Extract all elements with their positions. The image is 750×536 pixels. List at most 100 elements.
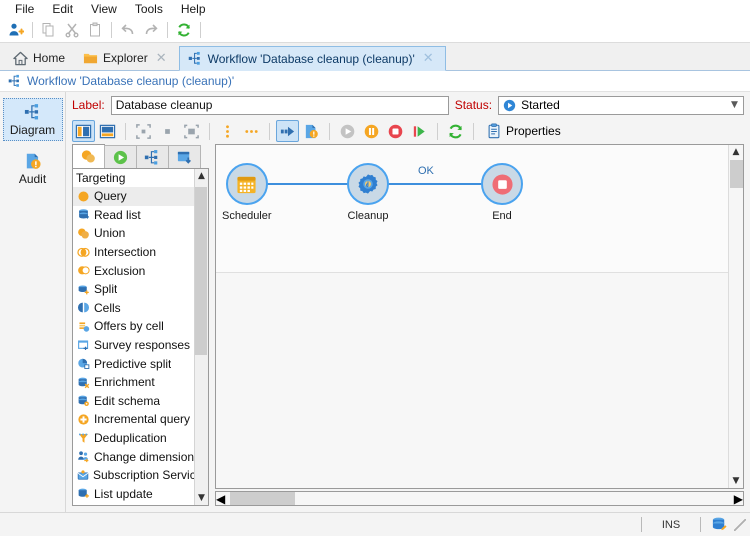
palette-item-enrichment[interactable]: Enrichment — [73, 373, 194, 392]
new-user-button[interactable] — [5, 20, 27, 41]
rail-item-diagram[interactable]: Diagram — [3, 98, 63, 141]
scroll-down-icon[interactable]: ▼ — [195, 491, 209, 505]
tab-workflow-database-cleanup[interactable]: Workflow 'Database cleanup (cleanup)' ✕ — [179, 46, 446, 71]
scroll-up-icon[interactable]: ▲ — [729, 145, 743, 159]
label-input[interactable]: Database cleanup — [111, 96, 449, 115]
breadcrumb: Workflow 'Database cleanup (cleanup)' — [0, 71, 750, 92]
toolbar-separator — [125, 123, 126, 140]
palette-item-intersection[interactable]: Intersection — [73, 243, 194, 262]
node-label: Cleanup — [348, 210, 389, 222]
scroll-left-icon[interactable]: ◀ — [216, 492, 225, 506]
database-icon[interactable] — [711, 516, 728, 533]
palette-item-change-dimension[interactable]: Change dimension — [73, 447, 194, 466]
chevron-down-icon[interactable]: ▼ — [726, 97, 743, 114]
menu-tools[interactable]: Tools — [126, 1, 172, 17]
node-label: End — [492, 210, 512, 222]
palette-item-split[interactable]: Split — [73, 280, 194, 299]
palette-tab-flow[interactable] — [136, 145, 169, 168]
tab-bar: Home Explorer ✕ Workflow 'Database clean… — [0, 43, 750, 71]
redo-icon — [143, 22, 159, 38]
palette-scroll-thumb[interactable] — [195, 187, 207, 355]
palette-item-survey-responses[interactable]: Survey responses — [73, 336, 194, 355]
data-import-icon — [176, 149, 193, 166]
workflow-node-end[interactable]: End — [481, 163, 523, 222]
redo-button[interactable] — [140, 20, 162, 41]
audit-icon — [303, 123, 320, 140]
scroll-up-icon[interactable]: ▲ — [195, 169, 209, 183]
incremental-query-icon — [77, 413, 90, 426]
start-here-button[interactable] — [408, 120, 431, 142]
workflow-node-cleanup[interactable]: Cleanup — [347, 163, 389, 222]
rail-item-audit[interactable]: Audit — [3, 147, 63, 190]
vertical-layout-button[interactable] — [72, 120, 95, 142]
palette-item-deduplication[interactable]: Deduplication — [73, 429, 194, 448]
palette-item-label: Offers by cell — [94, 319, 164, 333]
palette-item-cells[interactable]: Cells — [73, 299, 194, 318]
palette-tab-execution[interactable] — [104, 145, 137, 168]
home-icon — [13, 51, 28, 66]
canvas-inner: OK — [215, 144, 744, 489]
tab-label: Home — [33, 51, 65, 65]
scroll-right-icon[interactable]: ▶ — [734, 492, 743, 506]
workflow-canvas[interactable]: OK — [216, 145, 728, 488]
palette-item-exclusion[interactable]: Exclusion — [73, 261, 194, 280]
paste-button[interactable] — [84, 20, 106, 41]
left-rail: Diagram Audit — [0, 92, 66, 512]
palette-item-incremental-query[interactable]: Incremental query — [73, 410, 194, 429]
palette-item-read-list[interactable]: Read list — [73, 206, 194, 225]
tab-close-icon[interactable]: ✕ — [153, 51, 170, 66]
tab-home[interactable]: Home — [4, 45, 74, 70]
canvas-vertical-scrollbar[interactable]: ▲ ▼ — [728, 145, 743, 488]
workflow-node-scheduler[interactable]: Scheduler — [222, 163, 272, 222]
copy-button[interactable] — [38, 20, 60, 41]
canvas-horizontal-scrollbar[interactable]: ◀ ▶ — [215, 491, 744, 506]
menu-edit[interactable]: Edit — [43, 1, 82, 17]
menu-file[interactable]: File — [6, 1, 43, 17]
canvas-wrapper: OK — [215, 144, 744, 506]
properties-label: Properties — [506, 124, 561, 138]
start-button[interactable] — [336, 120, 359, 142]
more-horizontal-button[interactable] — [240, 120, 263, 142]
refresh-button[interactable] — [444, 120, 467, 142]
palette-item-label: Query — [94, 189, 127, 203]
actual-size-button[interactable] — [156, 120, 179, 142]
main-toolbar — [0, 18, 750, 43]
pause-button[interactable] — [360, 120, 383, 142]
palette-tab-data[interactable] — [168, 145, 201, 168]
tab-close-icon[interactable]: ✕ — [420, 51, 437, 66]
menu-help[interactable]: Help — [172, 1, 215, 17]
palette-item-subscription-services[interactable]: Subscription Servic.. — [73, 466, 194, 485]
menu-bar: File Edit View Tools Help — [0, 0, 750, 18]
palette-tab-targeting[interactable] — [72, 144, 105, 168]
palette-item-edit-schema[interactable]: Edit schema — [73, 392, 194, 411]
resize-grip[interactable] — [734, 519, 746, 531]
gear-icon — [357, 173, 379, 195]
palette-item-list-update[interactable]: List update — [73, 485, 194, 504]
paste-icon — [87, 22, 103, 38]
horizontal-layout-button[interactable] — [96, 120, 119, 142]
execute-step-button[interactable] — [276, 120, 299, 142]
zoom-selection-button[interactable] — [180, 120, 203, 142]
palette-item-label: Split — [94, 282, 117, 296]
cut-button[interactable] — [61, 20, 83, 41]
status-dropdown[interactable]: Started ▼ — [498, 96, 744, 115]
palette-item-union[interactable]: Union — [73, 224, 194, 243]
properties-button[interactable]: Properties — [480, 120, 567, 142]
audit-log-button[interactable] — [300, 120, 323, 142]
palette-item-query[interactable]: Query — [73, 187, 194, 206]
rail-item-label: Diagram — [10, 123, 55, 137]
vertical-scroll-thumb[interactable] — [730, 160, 743, 188]
palette-item-predictive-split[interactable]: Predictive split — [73, 354, 194, 373]
scroll-down-icon[interactable]: ▼ — [729, 474, 743, 488]
palette-item-offers-by-cell[interactable]: Offers by cell — [73, 317, 194, 336]
refresh-icon — [176, 22, 192, 38]
menu-view[interactable]: View — [82, 1, 126, 17]
more-vertical-button[interactable] — [216, 120, 239, 142]
horizontal-scroll-thumb[interactable] — [230, 492, 295, 505]
undo-button[interactable] — [117, 20, 139, 41]
fit-to-window-button[interactable] — [132, 120, 155, 142]
tab-explorer[interactable]: Explorer ✕ — [74, 45, 179, 70]
stop-button[interactable] — [384, 120, 407, 142]
dots-vertical-icon — [219, 123, 236, 140]
refresh-button[interactable] — [173, 20, 195, 41]
